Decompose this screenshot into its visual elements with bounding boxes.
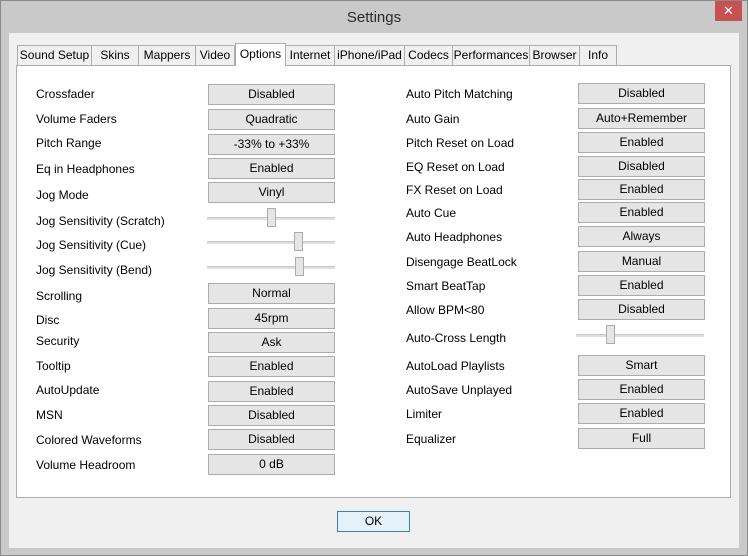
autoupdate-button[interactable]: Enabled bbox=[208, 381, 335, 402]
auto-cue-label: Auto Cue bbox=[406, 206, 457, 220]
disc-button[interactable]: 45rpm bbox=[208, 308, 335, 329]
autosave-unplayed-label: AutoSave Unplayed bbox=[406, 383, 513, 397]
eq-in-headphones-button[interactable]: Enabled bbox=[208, 158, 335, 179]
crossfader-label: Crossfader bbox=[36, 87, 95, 101]
allow-bpm-80-button[interactable]: Disabled bbox=[578, 299, 705, 320]
fx-reset-on-load-label: FX Reset on Load bbox=[406, 183, 503, 197]
tab-video[interactable]: Video bbox=[195, 45, 235, 65]
msn-label: MSN bbox=[36, 408, 63, 422]
auto-gain-label: Auto Gain bbox=[406, 112, 460, 126]
jog-sensitivity-scratch-slider[interactable] bbox=[207, 208, 335, 228]
autoload-playlists-button[interactable]: Smart bbox=[578, 355, 705, 376]
tab-skins[interactable]: Skins bbox=[91, 45, 139, 65]
jog-sensitivity-cue-label: Jog Sensitivity (Cue) bbox=[36, 238, 147, 252]
limiter-button[interactable]: Enabled bbox=[578, 403, 705, 424]
slider-track bbox=[207, 241, 335, 244]
window-title: Settings bbox=[346, 9, 402, 26]
scrolling-label: Scrolling bbox=[36, 289, 83, 303]
disengage-beatlock-button[interactable]: Manual bbox=[578, 251, 705, 272]
disc-label: Disc bbox=[36, 313, 60, 327]
scrolling-button[interactable]: Normal bbox=[208, 283, 335, 304]
autoload-playlists-label: AutoLoad Playlists bbox=[406, 359, 505, 373]
colored-waveforms-button[interactable]: Disabled bbox=[208, 429, 335, 450]
options-panel: Crossfader Disabled Volume Faders Quadra… bbox=[16, 65, 731, 498]
auto-cross-length-label: Auto-Cross Length bbox=[406, 331, 507, 345]
eq-reset-on-load-button[interactable]: Disabled bbox=[578, 156, 705, 177]
tab-info[interactable]: Info bbox=[579, 45, 617, 65]
disengage-beatlock-label: Disengage BeatLock bbox=[406, 255, 517, 269]
tooltip-label: Tooltip bbox=[36, 359, 71, 373]
equalizer-label: Equalizer bbox=[406, 432, 457, 446]
slider-thumb[interactable] bbox=[267, 208, 276, 227]
jog-sensitivity-scratch-label: Jog Sensitivity (Scratch) bbox=[36, 214, 165, 228]
tab-sound-setup[interactable]: Sound Setup bbox=[17, 45, 92, 65]
smart-beattap-button[interactable]: Enabled bbox=[578, 275, 705, 296]
jog-mode-button[interactable]: Vinyl bbox=[208, 182, 335, 203]
tab-options[interactable]: Options bbox=[235, 43, 286, 66]
security-button[interactable]: Ask bbox=[208, 332, 335, 353]
ok-button[interactable]: OK bbox=[337, 511, 410, 532]
eq-reset-on-load-label: EQ Reset on Load bbox=[406, 160, 505, 174]
allow-bpm-80-label: Allow BPM<80 bbox=[406, 303, 485, 317]
close-icon: ✕ bbox=[723, 3, 734, 18]
msn-button[interactable]: Disabled bbox=[208, 405, 335, 426]
security-label: Security bbox=[36, 334, 80, 348]
autosave-unplayed-button[interactable]: Enabled bbox=[578, 379, 705, 400]
slider-track bbox=[576, 334, 704, 337]
volume-headroom-label: Volume Headroom bbox=[36, 458, 136, 472]
slider-thumb[interactable] bbox=[295, 257, 304, 276]
colored-waveforms-label: Colored Waveforms bbox=[36, 433, 142, 447]
pitch-reset-on-load-label: Pitch Reset on Load bbox=[406, 136, 515, 150]
auto-headphones-button[interactable]: Always bbox=[578, 226, 705, 247]
auto-pitch-matching-button[interactable]: Disabled bbox=[578, 83, 705, 104]
tab-performances[interactable]: Performances bbox=[452, 45, 530, 65]
pitch-range-button[interactable]: -33% to +33% bbox=[208, 134, 335, 155]
tab-codecs[interactable]: Codecs bbox=[404, 45, 453, 65]
equalizer-button[interactable]: Full bbox=[578, 428, 705, 449]
tab-iphone-ipad[interactable]: iPhone/iPad bbox=[334, 45, 405, 65]
pitch-reset-on-load-button[interactable]: Enabled bbox=[578, 132, 705, 153]
autoupdate-label: AutoUpdate bbox=[36, 383, 100, 397]
tab-internet[interactable]: Internet bbox=[285, 45, 335, 65]
tab-mappers[interactable]: Mappers bbox=[138, 45, 196, 65]
volume-faders-label: Volume Faders bbox=[36, 112, 117, 126]
volume-faders-button[interactable]: Quadratic bbox=[208, 109, 335, 130]
auto-headphones-label: Auto Headphones bbox=[406, 230, 503, 244]
crossfader-button[interactable]: Disabled bbox=[208, 84, 335, 105]
jog-sensitivity-cue-slider[interactable] bbox=[207, 232, 335, 252]
auto-cue-button[interactable]: Enabled bbox=[578, 202, 705, 223]
slider-thumb[interactable] bbox=[606, 325, 615, 344]
volume-headroom-button[interactable]: 0 dB bbox=[208, 454, 335, 475]
jog-mode-label: Jog Mode bbox=[36, 188, 89, 202]
slider-thumb[interactable] bbox=[294, 232, 303, 251]
fx-reset-on-load-button[interactable]: Enabled bbox=[578, 179, 705, 200]
title-bar[interactable]: Settings ✕ bbox=[1, 1, 747, 33]
settings-window: Settings ✕ Sound Setup Skins Mappers Vid… bbox=[0, 0, 748, 556]
auto-gain-button[interactable]: Auto+Remember bbox=[578, 108, 705, 129]
auto-cross-length-slider[interactable] bbox=[576, 325, 704, 345]
limiter-label: Limiter bbox=[406, 407, 443, 421]
slider-track bbox=[207, 266, 335, 269]
pitch-range-label: Pitch Range bbox=[36, 136, 102, 150]
smart-beattap-label: Smart BeatTap bbox=[406, 279, 486, 293]
jog-sensitivity-bend-slider[interactable] bbox=[207, 257, 335, 277]
dialog-client-area: Sound Setup Skins Mappers Video Options … bbox=[9, 33, 739, 548]
auto-pitch-matching-label: Auto Pitch Matching bbox=[406, 87, 513, 101]
eq-in-headphones-label: Eq in Headphones bbox=[36, 162, 135, 176]
close-button[interactable]: ✕ bbox=[715, 1, 742, 21]
jog-sensitivity-bend-label: Jog Sensitivity (Bend) bbox=[36, 263, 153, 277]
tooltip-button[interactable]: Enabled bbox=[208, 356, 335, 377]
tab-browser[interactable]: Browser bbox=[529, 45, 580, 65]
